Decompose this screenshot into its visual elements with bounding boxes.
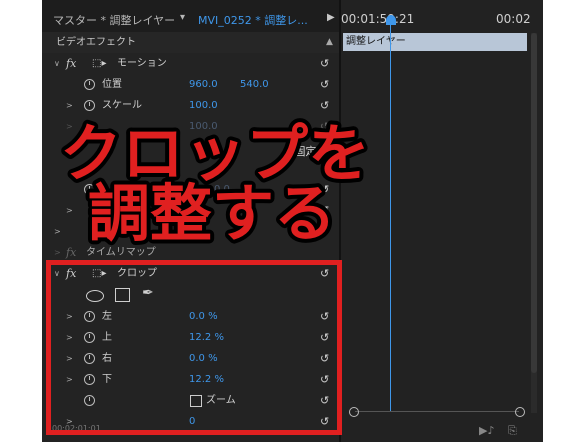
effect-controls-header: マスター * 調整レイヤー ▾ MVI_0252 * 調整レ... ▶	[42, 0, 339, 32]
property-hidden-4: > ↺	[42, 200, 339, 221]
obscured-value[interactable]: 0.0	[214, 179, 230, 200]
property-label: 位置	[102, 79, 122, 90]
sequence-clip-tab[interactable]: MVI_0252 * 調整レ...	[198, 12, 308, 28]
reset-icon[interactable]: ↺	[320, 95, 329, 116]
master-clip-tab[interactable]: マスター * 調整レイヤー	[53, 12, 175, 28]
stopwatch-icon[interactable]	[84, 79, 95, 90]
zoom-handle-right[interactable]	[515, 407, 525, 417]
property-hidden-3: 0.0 ↺	[42, 179, 339, 200]
collapse-up-icon[interactable]: ▲	[326, 32, 333, 53]
export-frame-icon[interactable]: ⎘	[508, 424, 517, 437]
scrollbar-thumb[interactable]	[531, 33, 537, 373]
reset-icon[interactable]: ↺	[320, 221, 329, 242]
premiere-window: マスター * 調整レイヤー ▾ MVI_0252 * 調整レ... ▶ 00:0…	[42, 0, 543, 442]
chevron-down-icon[interactable]: ▾	[180, 12, 185, 23]
reset-icon[interactable]: ↺	[320, 200, 329, 221]
expand-right-icon[interactable]: >	[66, 200, 73, 221]
playhead-handle[interactable]	[386, 15, 396, 25]
time-ruler[interactable]: 00:01:59:21 00:02	[341, 0, 543, 32]
playhead-line	[390, 22, 391, 412]
stopwatch-icon[interactable]	[84, 100, 95, 111]
zoom-handle-left[interactable]	[349, 407, 359, 417]
reset-icon[interactable]: ↺	[320, 179, 329, 200]
reset-icon[interactable]: ↺	[320, 74, 329, 95]
expand-down-icon[interactable]: ∨	[54, 53, 60, 74]
mini-timeline: 00:01:59:21 00:02 調整レイヤー ▶♪ ⎘	[341, 0, 543, 442]
stopwatch-icon[interactable]	[84, 184, 95, 195]
property-scale-width: > 100.0 ↺	[42, 116, 339, 137]
expand-right-icon[interactable]: >	[66, 95, 73, 116]
reset-icon[interactable]: ↺	[320, 137, 329, 158]
property-hidden-1: ↺	[42, 137, 339, 158]
expand-right-icon[interactable]: >	[66, 116, 73, 137]
reset-icon[interactable]: ↺	[320, 53, 329, 74]
effect-opacity[interactable]: > ↺	[42, 221, 339, 242]
audio-toggle-icon[interactable]: ▶♪	[479, 424, 494, 437]
reset-icon[interactable]: ↺	[320, 158, 329, 179]
vertical-scrollbar[interactable]	[531, 33, 537, 413]
property-label: スケール	[102, 100, 142, 111]
highlight-box	[46, 260, 342, 435]
footer-icons: ▶♪ ⎘	[479, 424, 517, 438]
play-icon[interactable]: ▶	[327, 12, 335, 23]
property-position: 位置 960.0 540.0 ↺	[42, 74, 339, 95]
property-hidden-2: ↺	[42, 158, 339, 179]
section-title: ビデオエフェクト	[56, 37, 136, 48]
scale-value[interactable]: 100.0	[189, 95, 218, 116]
effect-motion[interactable]: ∨ fx ⬚▸ モーション ↺	[42, 53, 339, 74]
scale-width-value[interactable]: 100.0	[189, 116, 218, 137]
video-effects-section: ビデオエフェクト ▲	[42, 32, 339, 53]
end-timecode: 00:02	[496, 12, 531, 26]
fx-toggle-icon[interactable]: fx	[66, 53, 76, 74]
position-y-value[interactable]: 540.0	[240, 74, 269, 95]
stopwatch-icon[interactable]	[84, 121, 95, 132]
effect-name: モーション	[117, 58, 167, 69]
current-timecode: 00:01:59:21	[341, 12, 415, 26]
position-x-value[interactable]: 960.0	[189, 74, 218, 95]
adjustment-layer-clip[interactable]: 調整レイヤー	[343, 33, 527, 51]
expand-right-icon[interactable]: >	[54, 221, 61, 242]
zoom-scrollbar[interactable]	[349, 406, 525, 418]
transform-icon[interactable]: ⬚▸	[92, 53, 106, 74]
zoom-track	[355, 411, 519, 412]
property-scale: > スケール 100.0 ↺	[42, 95, 339, 116]
reset-icon[interactable]: ↺	[320, 116, 329, 137]
